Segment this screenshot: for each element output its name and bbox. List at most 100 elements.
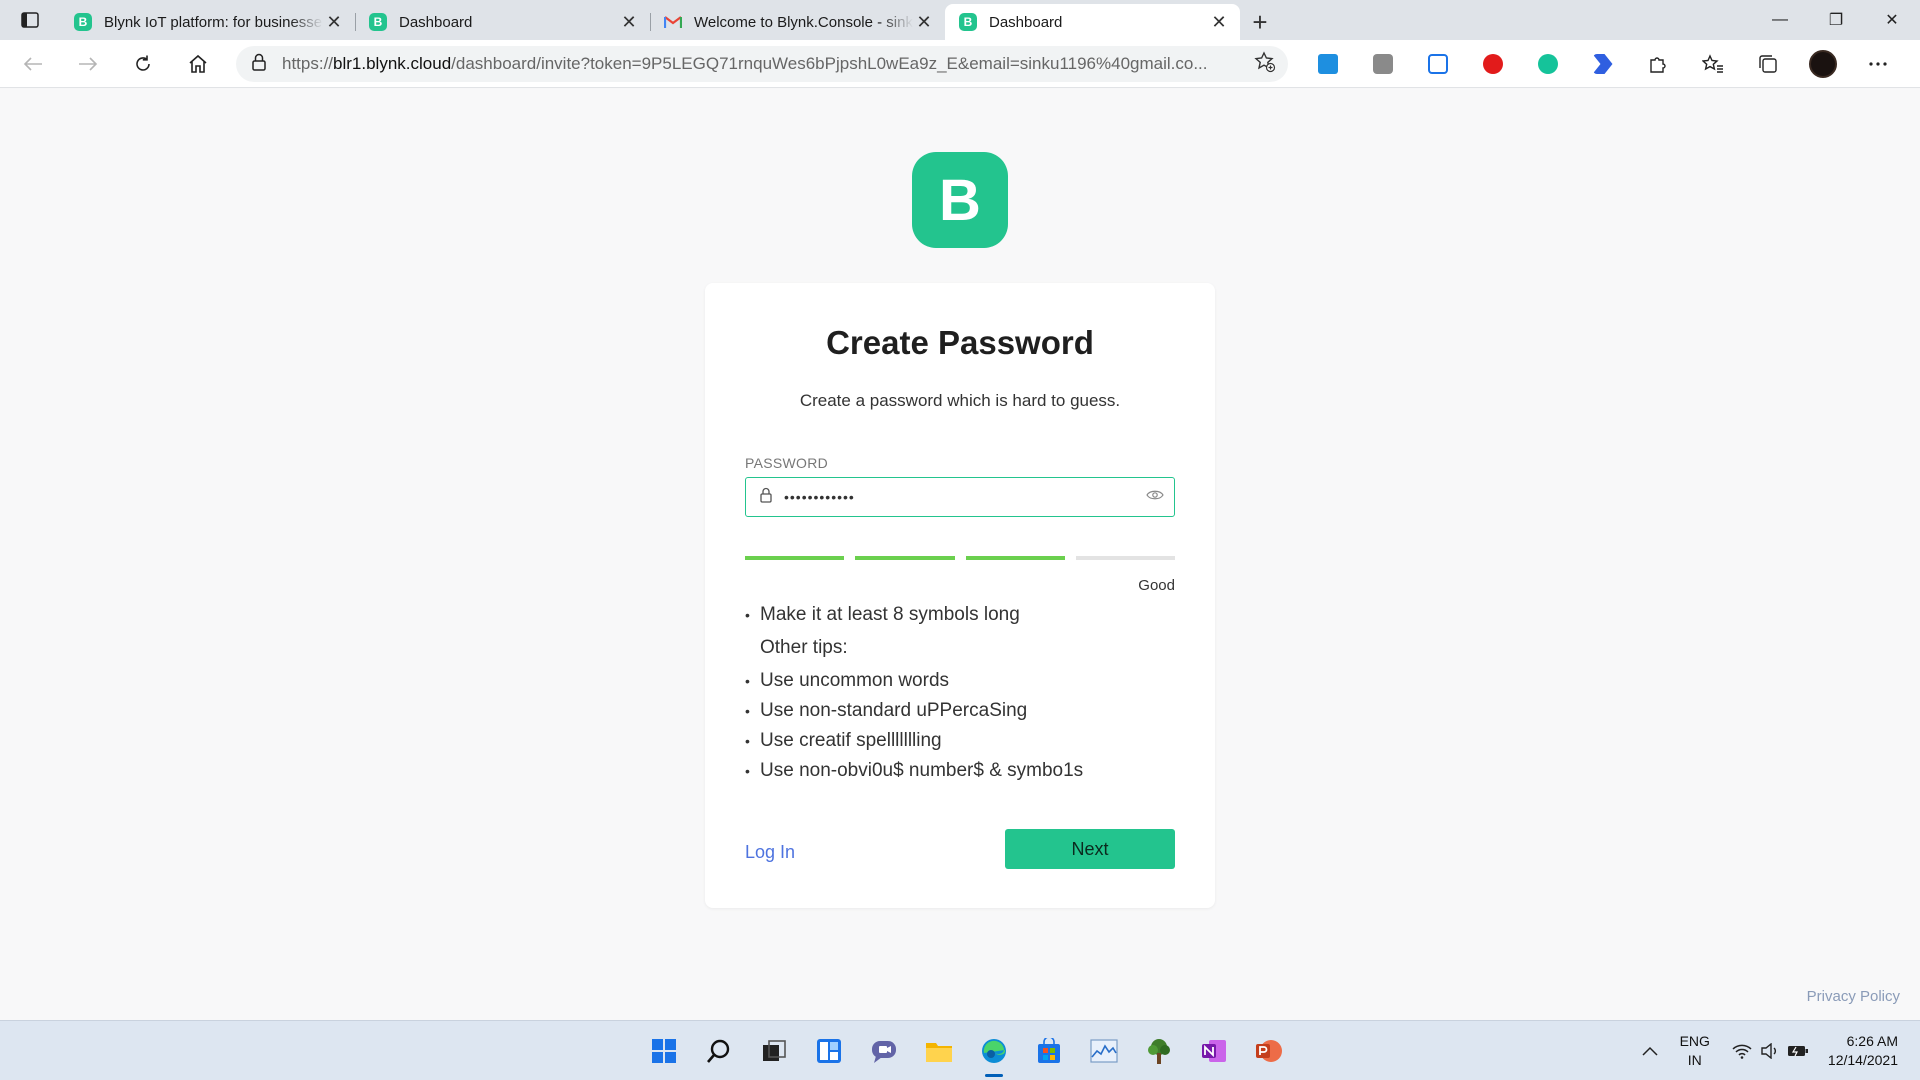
window-controls: — ❐ ✕ bbox=[1752, 0, 1920, 40]
page-title: Create Password bbox=[826, 324, 1094, 361]
settings-more-icon[interactable] bbox=[1850, 46, 1905, 82]
screen-share-extension-icon[interactable] bbox=[1300, 46, 1355, 82]
add-favorite-icon[interactable] bbox=[1254, 50, 1276, 78]
tab-title: Dashboard bbox=[399, 13, 473, 31]
bullet-icon: • bbox=[745, 673, 750, 689]
language-code: ENG bbox=[1679, 1033, 1710, 1049]
strength-segment bbox=[745, 556, 845, 560]
lock-icon bbox=[760, 487, 772, 508]
tab-gmail[interactable]: Welcome to Blynk.Console - sinku1196@gma… bbox=[650, 4, 945, 40]
chevron-up-icon[interactable] bbox=[1636, 1046, 1664, 1056]
tree-app-icon[interactable] bbox=[1131, 1021, 1186, 1080]
tab-blynk-home[interactable]: B Blynk IoT platform: for businesses and… bbox=[60, 4, 355, 40]
tip-text: Use uncommon words bbox=[760, 670, 950, 691]
tab-title: Blynk IoT platform: for businesses and d… bbox=[104, 13, 323, 31]
profile-avatar[interactable] bbox=[1795, 46, 1850, 82]
url-scheme: https:// bbox=[282, 54, 334, 73]
region-code: IN bbox=[1687, 1052, 1702, 1068]
page-subtitle: Create a password which is hard to guess… bbox=[799, 391, 1121, 410]
edge-browser-icon[interactable] bbox=[966, 1021, 1021, 1080]
volume-icon[interactable] bbox=[1756, 1043, 1784, 1059]
refresh-button[interactable] bbox=[121, 46, 165, 82]
strength-segment bbox=[965, 556, 1065, 560]
taskbar-apps bbox=[636, 1021, 1296, 1080]
power-automate-extension-icon[interactable] bbox=[1575, 46, 1630, 82]
close-tab-icon[interactable]: ✕ bbox=[1208, 11, 1230, 33]
blynk-favicon-icon: B bbox=[959, 13, 977, 31]
tab-dashboard-active[interactable]: B Dashboard ✕ bbox=[945, 4, 1240, 40]
login-link[interactable]: Log In bbox=[745, 842, 795, 863]
forward-button[interactable] bbox=[66, 46, 110, 82]
close-tab-icon[interactable]: ✕ bbox=[618, 11, 640, 33]
lock-icon[interactable] bbox=[252, 53, 266, 76]
bullet-icon: • bbox=[745, 703, 750, 719]
password-tips: • Make it at least 8 symbols long Other … bbox=[745, 600, 1175, 786]
tip-item: • Use creatif spellllllling bbox=[745, 726, 1175, 756]
adblock-extension-icon[interactable] bbox=[1465, 46, 1520, 82]
date-text: 12/14/2021 bbox=[1827, 1052, 1898, 1068]
tab-title: Dashboard bbox=[989, 13, 1063, 31]
close-tab-icon[interactable]: ✕ bbox=[323, 11, 345, 33]
extensions-puzzle-icon[interactable] bbox=[1630, 46, 1685, 82]
capture-extension-icon[interactable] bbox=[1410, 46, 1465, 82]
wifi-icon[interactable] bbox=[1728, 1043, 1756, 1059]
bullet-icon: • bbox=[745, 733, 750, 749]
system-tray: ENG IN 6:26 AM 12/14/2021 bbox=[1636, 1021, 1920, 1080]
strength-segment bbox=[1075, 556, 1175, 560]
page-content: B Create Password Create a password whic… bbox=[0, 89, 1920, 1020]
battery-icon[interactable] bbox=[1784, 1044, 1812, 1058]
start-windows-icon[interactable] bbox=[636, 1021, 691, 1080]
tip-item: • Use uncommon words bbox=[745, 666, 1175, 696]
tip-text: Use creatif spellllllling bbox=[760, 730, 942, 751]
url-host: blr1.blynk.cloud bbox=[333, 54, 452, 73]
tab-actions-icon[interactable] bbox=[0, 0, 60, 40]
password-strength-meter bbox=[745, 556, 1175, 560]
extensions-bar bbox=[1300, 46, 1905, 82]
password-field[interactable] bbox=[745, 477, 1175, 517]
privacy-policy-link[interactable]: Privacy Policy bbox=[1807, 988, 1900, 1005]
powerpoint-icon[interactable] bbox=[1241, 1021, 1296, 1080]
tips-heading: Other tips: bbox=[760, 637, 848, 658]
chat-icon[interactable] bbox=[856, 1021, 911, 1080]
file-explorer-icon[interactable] bbox=[911, 1021, 966, 1080]
resource-monitor-icon[interactable] bbox=[1076, 1021, 1131, 1080]
minimize-button[interactable]: — bbox=[1752, 0, 1808, 40]
time-text: 6:26 AM bbox=[1846, 1033, 1898, 1049]
password-input[interactable] bbox=[784, 489, 1146, 505]
url-path: /dashboard/invite?token=9P5LEGQ71rnquWes… bbox=[451, 54, 1208, 73]
widgets-icon[interactable] bbox=[801, 1021, 856, 1080]
next-button[interactable]: Next bbox=[1005, 829, 1175, 869]
tip-item: • Use non-standard uPPercaSing bbox=[745, 696, 1175, 726]
search-icon[interactable] bbox=[691, 1021, 746, 1080]
gmail-icon bbox=[664, 13, 682, 31]
show-password-eye-icon[interactable] bbox=[1146, 488, 1164, 506]
create-password-card: Create Password Create a password which … bbox=[705, 283, 1215, 908]
onenote-icon[interactable] bbox=[1186, 1021, 1241, 1080]
back-button[interactable] bbox=[11, 46, 55, 82]
taskbar: ENG IN 6:26 AM 12/14/2021 bbox=[0, 1020, 1920, 1080]
clock[interactable]: 6:26 AM 12/14/2021 bbox=[1828, 1032, 1898, 1070]
browser-toolbar: https://blr1.blynk.cloud/dashboard/invit… bbox=[0, 40, 1920, 88]
task-view-icon[interactable] bbox=[746, 1021, 801, 1080]
copy-extension-icon[interactable] bbox=[1355, 46, 1410, 82]
close-window-button[interactable]: ✕ bbox=[1864, 0, 1920, 40]
blynk-favicon-icon: B bbox=[369, 13, 387, 31]
address-bar[interactable]: https://blr1.blynk.cloud/dashboard/invit… bbox=[236, 46, 1288, 82]
tab-strip: B Blynk IoT platform: for businesses and… bbox=[0, 0, 1920, 40]
new-tab-button[interactable]: + bbox=[1240, 4, 1280, 40]
language-indicator[interactable]: ENG IN bbox=[1680, 1032, 1710, 1070]
tab-dashboard[interactable]: B Dashboard ✕ bbox=[355, 4, 650, 40]
home-button[interactable] bbox=[176, 46, 220, 82]
strength-segment bbox=[855, 556, 955, 560]
restore-button[interactable]: ❐ bbox=[1808, 0, 1864, 40]
tab-title: Welcome to Blynk.Console - sinku1196@gma… bbox=[694, 13, 913, 31]
grammar-extension-icon[interactable] bbox=[1520, 46, 1575, 82]
url-text[interactable]: https://blr1.blynk.cloud/dashboard/invit… bbox=[282, 54, 1254, 74]
tip-item: • Use non-obvi0u$ number$ & symbo1s bbox=[745, 756, 1175, 786]
requirement-item: • Make it at least 8 symbols long bbox=[745, 600, 1175, 630]
password-label: PASSWORD bbox=[745, 455, 829, 471]
collections-icon[interactable] bbox=[1740, 46, 1795, 82]
close-tab-icon[interactable]: ✕ bbox=[913, 11, 935, 33]
store-icon[interactable] bbox=[1021, 1021, 1076, 1080]
favorites-icon[interactable] bbox=[1685, 46, 1740, 82]
